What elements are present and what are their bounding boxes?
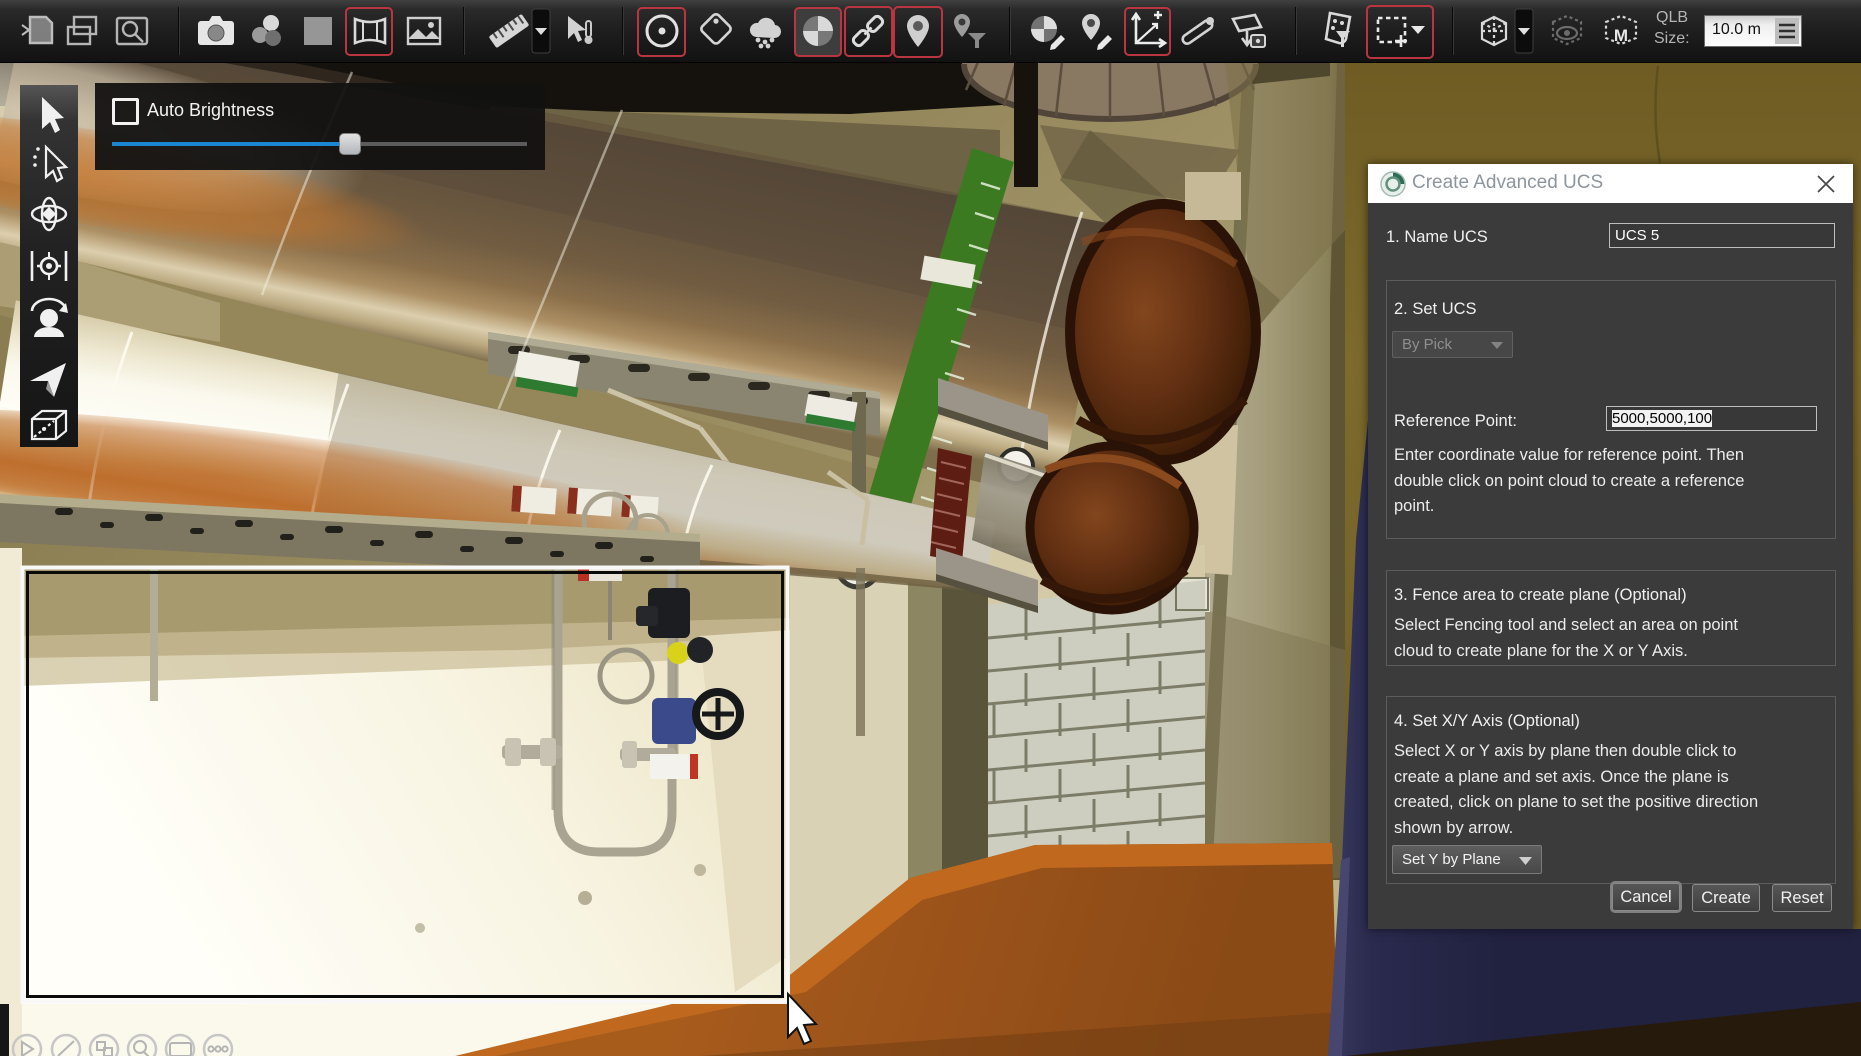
svg-text:M: M <box>1614 26 1628 45</box>
